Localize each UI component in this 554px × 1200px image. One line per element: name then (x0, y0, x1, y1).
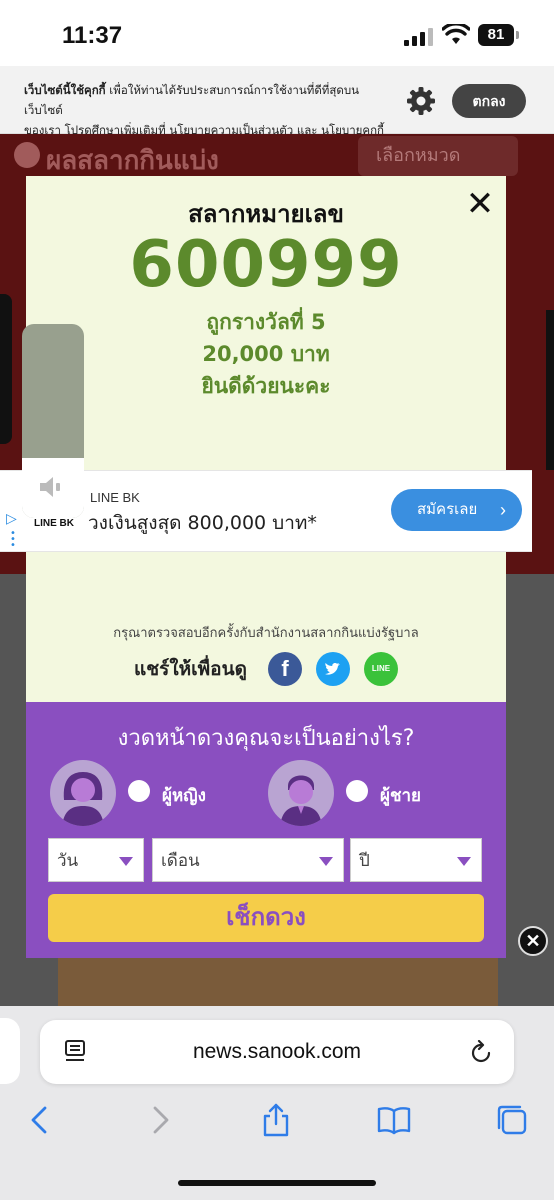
fortune-title: งวดหน้าดวงคุณจะเป็นอย่างไร? (117, 726, 415, 751)
tabs-icon[interactable] (494, 1102, 530, 1138)
month-select-value: เดือน (161, 851, 200, 871)
female-avatar-icon (50, 760, 116, 826)
year-select[interactable]: ปี (350, 838, 482, 882)
chevron-down-icon (119, 857, 133, 866)
speaker-muted-icon[interactable] (38, 474, 66, 500)
side-decoration-left (0, 294, 12, 444)
close-icon[interactable]: ✕ (462, 186, 498, 222)
home-indicator (178, 1180, 376, 1186)
status-time: 11:37 (62, 22, 123, 49)
twitter-share-icon[interactable] (316, 652, 350, 686)
bookmarks-icon[interactable] (376, 1102, 412, 1138)
background-page-title: ผลสลากกินแบ่ง (46, 146, 219, 176)
cookie-message: เว็บไซต์นี้ใช้คุกกี้ เพื่อให้ท่านได้รับป… (24, 80, 394, 140)
share-icon[interactable] (258, 1102, 294, 1138)
cellular-signal-icon (404, 28, 434, 46)
congrats-text: ยินดีด้วยนะคะ (201, 374, 331, 398)
male-avatar-icon (268, 760, 334, 826)
lottery-result-modal: สลากหมายเลข ✕ 600999 ถูกรางวัลที่ 5 20,0… (26, 176, 506, 958)
adchoices-icon[interactable]: ▷ (6, 511, 17, 527)
side-decoration-right (546, 310, 554, 470)
battery-indicator: 81 (478, 24, 519, 46)
cookie-accept-button[interactable]: ตกลง (452, 84, 526, 118)
ad-brand: LINE BK (90, 490, 140, 505)
gear-icon[interactable] (404, 84, 438, 118)
share-label: แชร์ให้เพื่อนดู (134, 658, 247, 680)
female-label: ผู้หญิง (162, 786, 206, 806)
cookie-lead: เว็บไซต์นี้ใช้คุกกี้ (24, 83, 106, 97)
recheck-note: กรุณาตรวจสอบอีกครั้งกับสำนักงานสลากกินแบ… (113, 626, 419, 641)
prize-rank: ถูกรางวัลที่ 5 (206, 310, 326, 334)
male-label: ผู้ชาย (380, 786, 422, 806)
ad-cta-label: สมัครเลย (417, 501, 478, 518)
ad-headline: วงเงินสูงสุด 800,000 บาท* (88, 512, 317, 534)
year-select-value: ปี (359, 851, 370, 871)
back-icon[interactable] (22, 1102, 58, 1138)
background-ad-strip (58, 954, 498, 1014)
lottery-number: 600999 (129, 228, 403, 302)
ad-menu-icon[interactable]: • • • (10, 529, 16, 551)
month-select[interactable]: เดือน (152, 838, 344, 882)
chevron-down-icon (457, 857, 471, 866)
fortune-section: งวดหน้าดวงคุณจะเป็นอย่างไร? ผู้หญิง ผู้ช… (26, 702, 506, 958)
female-radio[interactable] (128, 780, 150, 802)
male-radio[interactable] (346, 780, 368, 802)
chevron-right-icon: › (500, 500, 506, 520)
location-pin-icon (14, 142, 40, 168)
url-text: news.sanook.com (192, 1040, 362, 1063)
address-bar[interactable]: news.sanook.com (40, 1020, 514, 1084)
ad-close-icon[interactable]: ✕ (518, 926, 548, 956)
day-select-value: วัน (57, 851, 79, 871)
status-bar: 11:37 81 (0, 0, 554, 66)
check-fortune-button[interactable]: เช็กดวง (48, 894, 484, 942)
prize-amount: 20,000 บาท (202, 342, 330, 366)
wifi-icon (442, 24, 470, 44)
forward-icon[interactable] (142, 1102, 178, 1138)
line-share-icon[interactable]: LINE (364, 652, 398, 686)
reload-icon[interactable] (468, 1040, 494, 1066)
facebook-share-icon[interactable]: f (268, 652, 302, 686)
ad-signup-button[interactable]: สมัครเลย › (391, 489, 522, 531)
previous-tab-peek[interactable] (0, 1018, 20, 1084)
day-select[interactable]: วัน (48, 838, 144, 882)
chevron-down-icon (319, 857, 333, 866)
category-select: เลือกหมวด (358, 136, 518, 176)
ad-brand-small: LINE BK (34, 518, 74, 529)
